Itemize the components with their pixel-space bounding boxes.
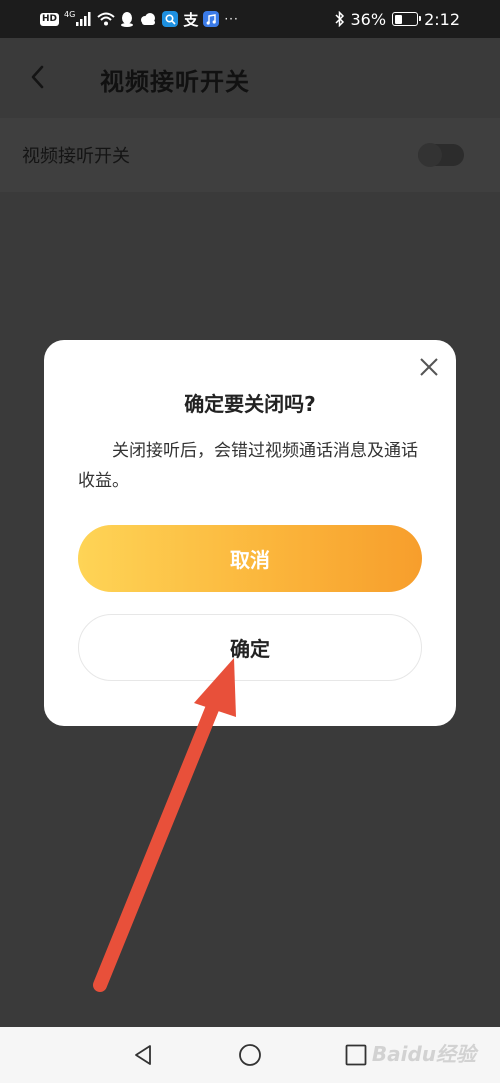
hd-badge: HD — [40, 12, 60, 26]
battery-icon — [392, 12, 422, 26]
qq-icon — [120, 11, 134, 27]
status-bar: HD 4G 支 ··· 36% 2:12 — [0, 0, 500, 38]
battery-percent: 36% — [350, 9, 387, 29]
battery-fill — [394, 14, 403, 24]
confirm-dialog: 确定要关闭吗? 关闭接听后，会错过视频通话消息及通话收益。 取消 确定 — [44, 340, 456, 726]
baidu-watermark: Baidu经验 — [371, 1042, 476, 1066]
bluetooth-icon — [334, 11, 345, 27]
cloud-icon — [139, 13, 157, 25]
nav-recents-icon[interactable] — [344, 1043, 368, 1067]
setting-label: 视频接听开关 — [22, 146, 130, 167]
setting-row-video-answer: 视频接听开关 — [0, 118, 500, 192]
music-app-icon — [203, 11, 220, 27]
dialog-message: 关闭接听后，会错过视频通话消息及通话收益。 — [78, 441, 418, 491]
video-answer-toggle[interactable] — [418, 143, 464, 167]
navigation-bar: Baidu经验 — [0, 1027, 500, 1083]
alipay-icon: 支 — [183, 10, 199, 29]
cancel-button[interactable]: 取消 — [78, 525, 422, 592]
clock-time: 2:12 — [424, 9, 460, 29]
status-right-group: 36% 2:12 — [334, 9, 460, 29]
status-left-group: HD 4G 支 ··· — [40, 9, 239, 29]
back-arrow-icon[interactable] — [26, 62, 52, 92]
network-label: 4G — [64, 9, 76, 19]
app-header: 视频接听开关 — [0, 38, 500, 118]
more-notifications-icon: ··· — [224, 12, 239, 26]
nav-home-icon[interactable] — [238, 1043, 262, 1067]
dialog-title: 确定要关闭吗? — [184, 392, 316, 416]
page-title: 视频接听开关 — [100, 68, 250, 96]
nav-back-icon[interactable] — [131, 1043, 155, 1067]
confirm-button[interactable]: 确定 — [78, 614, 422, 681]
close-icon[interactable] — [418, 356, 440, 378]
toggle-knob — [418, 143, 442, 167]
signal-icon — [76, 12, 92, 26]
search-app-icon — [162, 11, 179, 27]
wifi-icon — [97, 12, 115, 26]
